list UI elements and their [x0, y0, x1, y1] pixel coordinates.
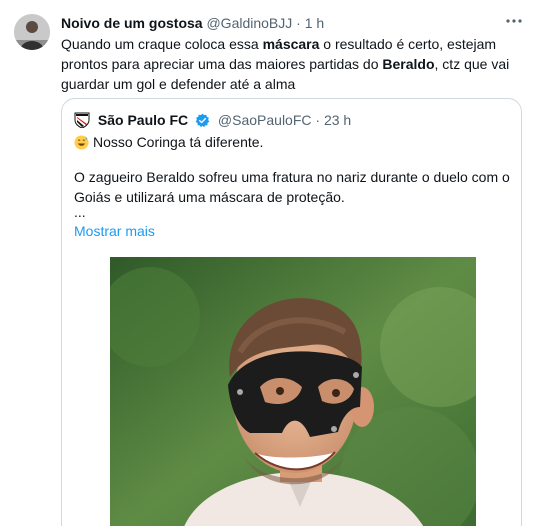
quote-line1-text: Nosso Coringa tá diferente. [93, 134, 264, 150]
quote-author-name[interactable]: São Paulo FC [98, 112, 188, 128]
show-more-link[interactable]: Mostrar mais [74, 221, 155, 241]
quoted-tweet[interactable]: São Paulo FC @SaoPauloFC · 23 h Nosso Co… [61, 98, 522, 526]
grinning-sweat-emoji-icon [74, 135, 89, 150]
quote-time[interactable]: 23 h [324, 112, 351, 128]
separator-dot: · [296, 15, 301, 31]
verified-badge-icon [195, 113, 210, 128]
quote-ellipsis: ... [74, 204, 86, 220]
tweet-time[interactable]: 1 h [305, 15, 324, 31]
tweet-text-part: Quando um craque coloca essa [61, 36, 263, 52]
tweet-text: Quando um craque coloca essa máscara o r… [61, 34, 531, 94]
quoted-photo[interactable] [110, 257, 476, 526]
tweet-header: Noivo de um gostosa @GaldinoBJJ · 1 h [61, 13, 529, 33]
tweet-text-bold: Beraldo [382, 56, 435, 72]
quote-header: São Paulo FC @SaoPauloFC · 23 h [74, 110, 511, 130]
author-name[interactable]: Noivo de um gostosa [61, 15, 203, 31]
quote-author-handle[interactable]: @SaoPauloFC [218, 112, 312, 128]
sao-paulo-crest-icon[interactable] [74, 112, 90, 129]
tweet[interactable]: Noivo de um gostosa @GaldinoBJJ · 1 h Qu… [0, 0, 539, 526]
more-icon[interactable] [505, 11, 523, 31]
author-handle[interactable]: @GaldinoBJJ [206, 15, 292, 31]
avatar[interactable] [14, 14, 50, 50]
separator-dot: · [315, 112, 321, 128]
tweet-text-bold: máscara [262, 36, 320, 52]
quote-line2: O zagueiro Beraldo sofreu uma fratura no… [74, 169, 510, 205]
quote-line1: Nosso Coringa tá diferente. [74, 132, 263, 152]
